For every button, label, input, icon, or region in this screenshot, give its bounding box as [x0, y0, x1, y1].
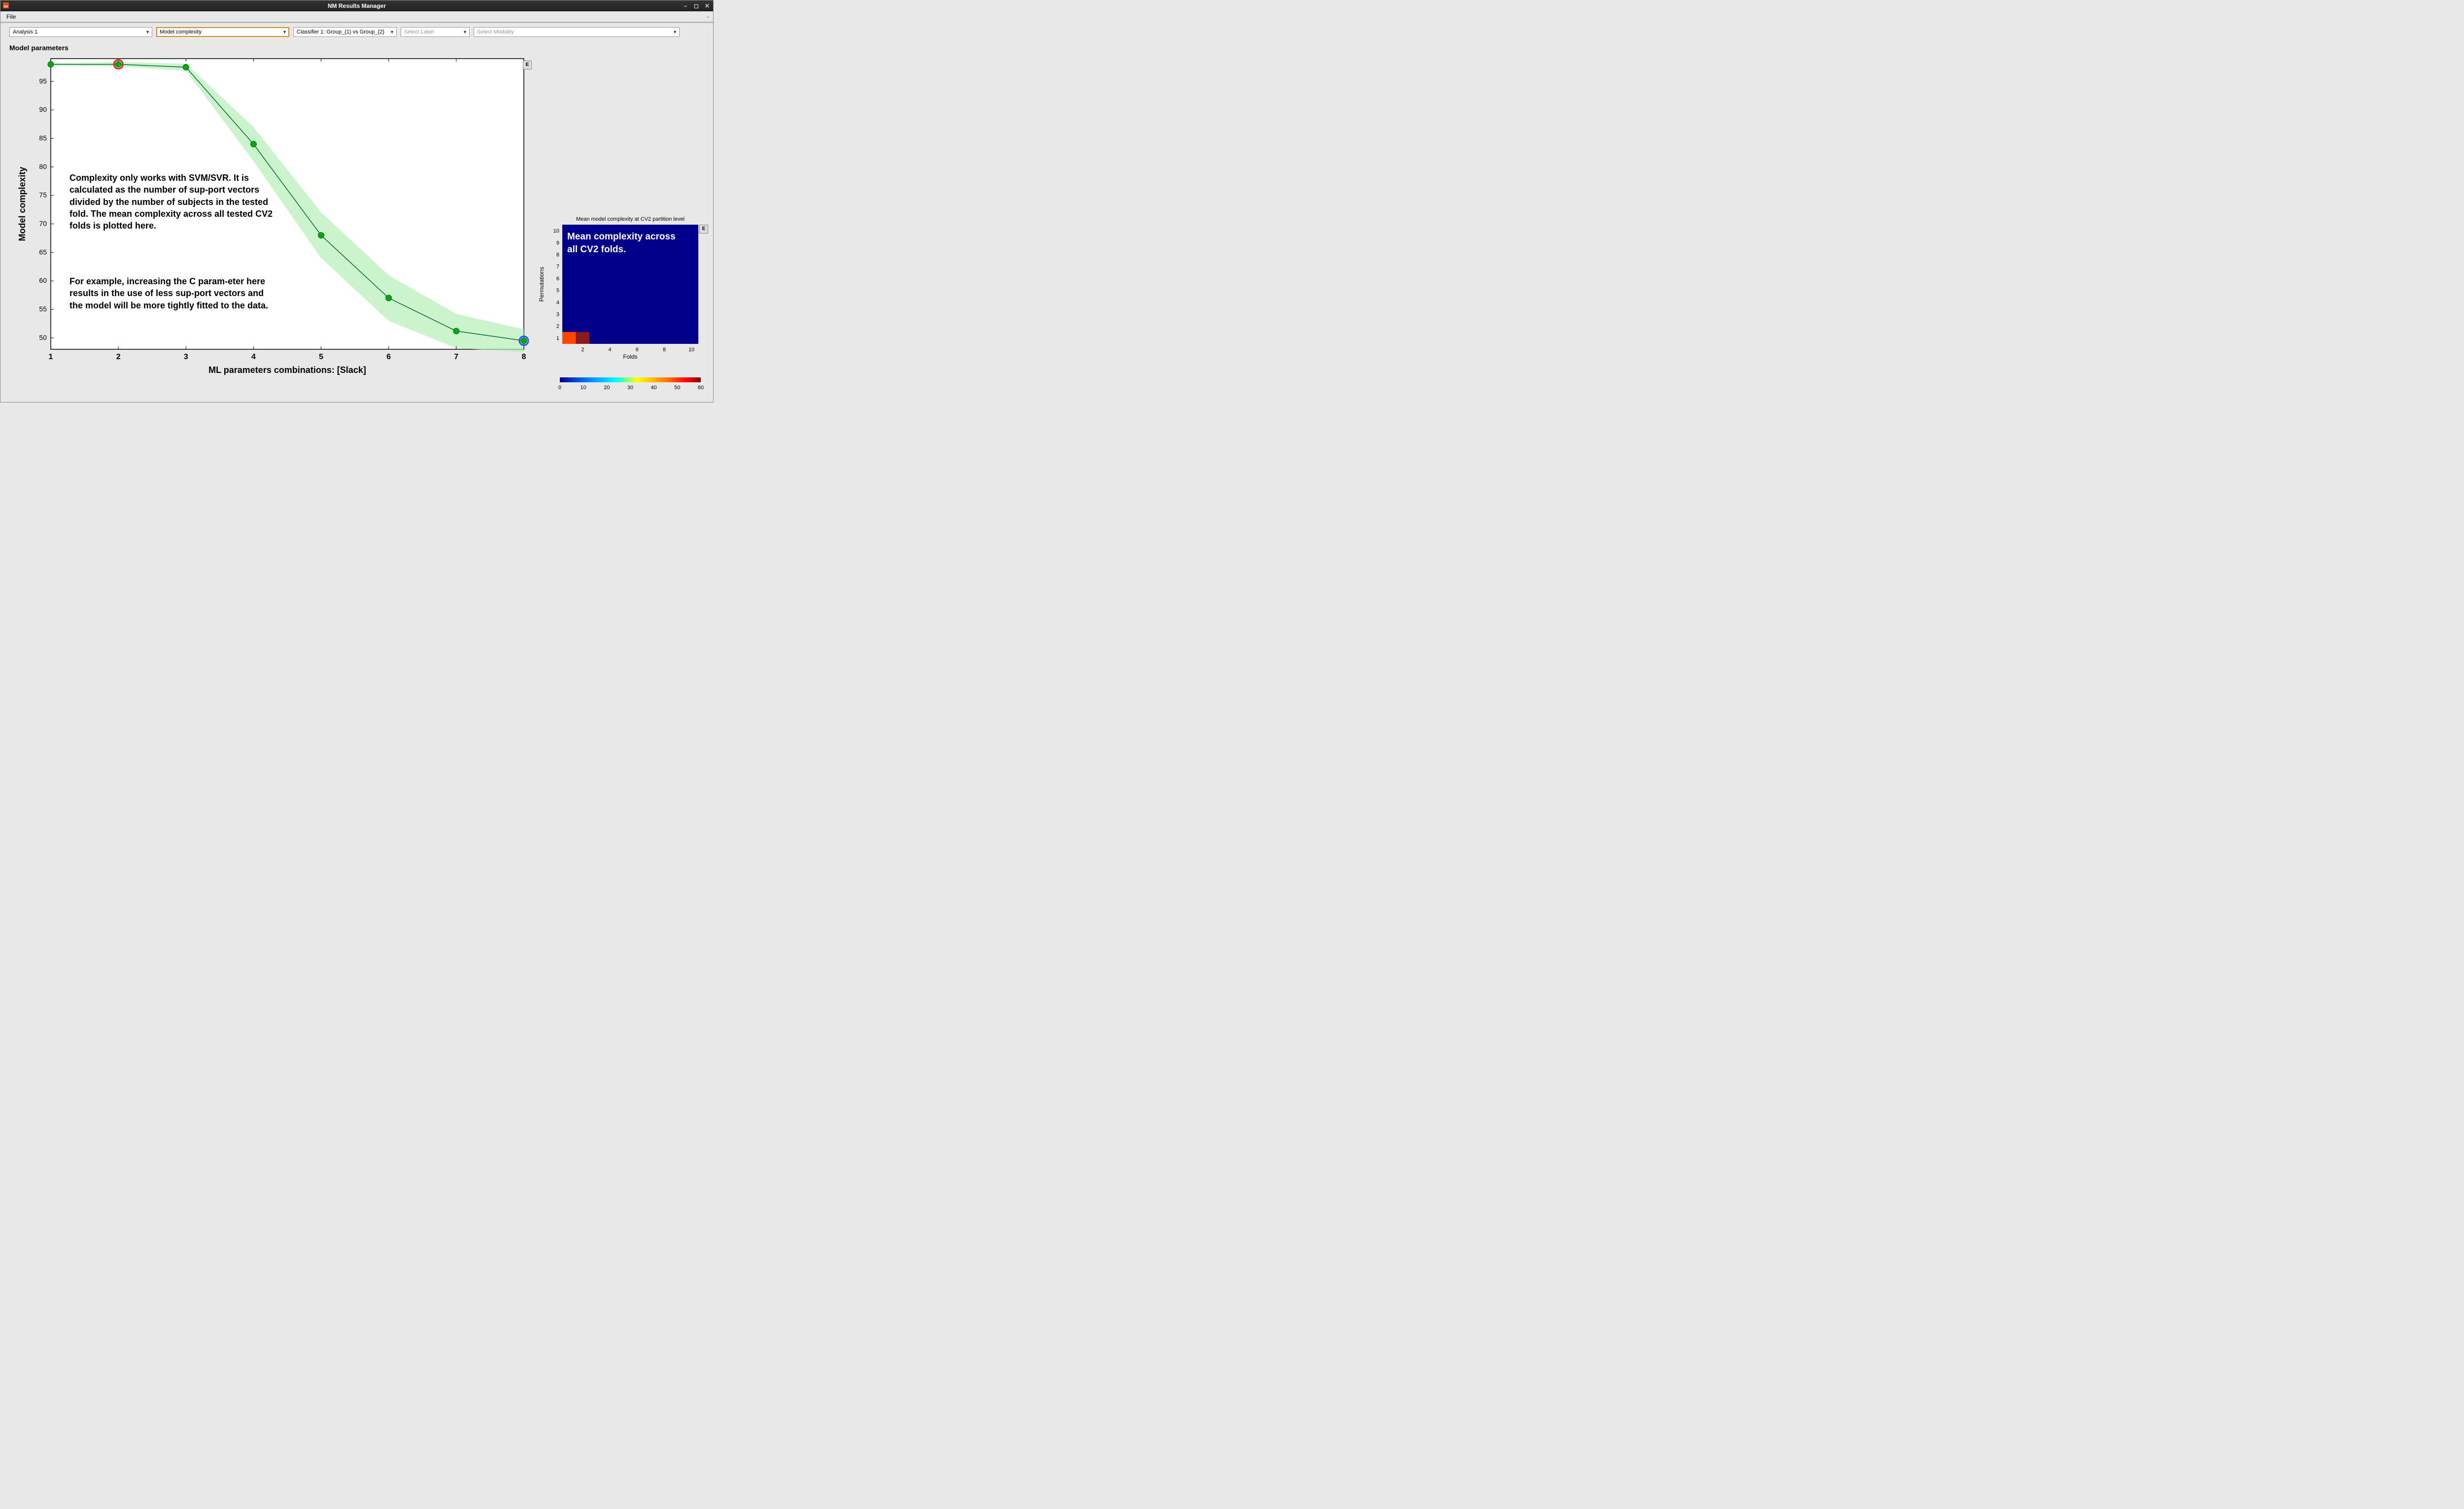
chevron-down-icon: ▼: [282, 30, 287, 34]
modality-dropdown[interactable]: Select Modality ▼: [474, 27, 680, 37]
svg-text:6: 6: [386, 353, 391, 361]
expand-heatmap-button[interactable]: E: [699, 225, 708, 234]
svg-text:3: 3: [556, 312, 559, 318]
svg-text:Model complexity: Model complexity: [17, 167, 27, 241]
classifier-dropdown-label: Classifier 1: Group_{1} vs Group_{2}: [297, 29, 384, 35]
heatmap-overlay-text: Mean complexity across all CV2 folds.: [567, 231, 685, 256]
metric-dropdown[interactable]: Model complexity ▼: [156, 27, 289, 37]
classifier-dropdown[interactable]: Classifier 1: Group_{1} vs Group_{2} ▼: [293, 27, 397, 37]
svg-text:4: 4: [556, 300, 559, 305]
svg-text:6: 6: [636, 347, 639, 353]
svg-text:60: 60: [39, 276, 47, 284]
analysis-dropdown-label: Analysis 1: [13, 29, 37, 35]
app-icon: [2, 2, 9, 9]
expand-chart-button[interactable]: E: [523, 61, 532, 69]
svg-text:20: 20: [604, 385, 610, 391]
window-controls: – ◻ ✕: [682, 0, 711, 11]
svg-text:8: 8: [663, 347, 666, 353]
section-title: Model parameters: [0, 39, 713, 54]
heatmap-chart: E Mean model complexity at CV2 partition…: [533, 216, 707, 393]
svg-text:9: 9: [556, 240, 559, 246]
svg-text:70: 70: [39, 219, 47, 227]
chevron-down-icon: ▼: [673, 30, 677, 34]
chevron-down-icon: ▼: [463, 30, 467, 34]
titlebar: NM Results Manager – ◻ ✕: [0, 0, 713, 11]
side-panel: E Mean model complexity at CV2 partition…: [533, 54, 707, 398]
menubar: File ⌄: [0, 11, 713, 22]
overlay-text-1: Complexity only works with SVM/SVR. It i…: [69, 172, 276, 232]
svg-text:7: 7: [556, 264, 559, 270]
svg-text:10: 10: [581, 385, 586, 391]
analysis-dropdown[interactable]: Analysis 1 ▼: [9, 27, 152, 37]
label-dropdown-label: Select Label: [404, 29, 434, 35]
svg-text:8: 8: [522, 353, 526, 361]
svg-text:60: 60: [698, 385, 704, 391]
svg-text:50: 50: [39, 334, 47, 341]
content-area: E 5055606570758085909512345678ML paramet…: [0, 54, 713, 402]
minimize-icon[interactable]: –: [682, 2, 689, 10]
window-title: NM Results Manager: [328, 2, 386, 9]
svg-text:8: 8: [556, 252, 559, 258]
svg-text:Folds: Folds: [623, 353, 637, 360]
svg-text:ML parameters combinations: [S: ML parameters combinations: [Slack]: [208, 365, 366, 375]
svg-text:1: 1: [556, 335, 559, 341]
svg-text:2: 2: [116, 353, 121, 361]
svg-text:90: 90: [39, 105, 47, 113]
svg-text:5: 5: [556, 288, 559, 294]
label-dropdown[interactable]: Select Label ▼: [401, 27, 470, 37]
modality-dropdown-label: Select Modality: [477, 29, 514, 35]
svg-text:7: 7: [454, 353, 458, 361]
menu-file[interactable]: File: [3, 12, 19, 21]
svg-text:80: 80: [39, 163, 47, 170]
svg-text:5: 5: [319, 353, 323, 361]
svg-text:30: 30: [627, 385, 633, 391]
main-chart: E 50 55 60 65 70 75 80 85 90 95 1 2 3 4 5 6 7 8 ML paramet…: [6, 54, 529, 379]
svg-text:0: 0: [558, 385, 561, 391]
svg-text:65: 65: [39, 248, 47, 256]
svg-text:55: 55: [39, 305, 47, 313]
svg-text:50: 50: [674, 385, 680, 391]
svg-text:75: 75: [39, 191, 47, 199]
metric-dropdown-label: Model complexity: [160, 29, 202, 35]
chevron-down-icon: ▼: [145, 30, 150, 34]
svg-text:95: 95: [39, 77, 47, 85]
svg-text:4: 4: [251, 353, 256, 361]
svg-text:2: 2: [556, 324, 559, 330]
overlay-text-2: For example, increasing the C param-eter…: [69, 275, 276, 311]
svg-text:10: 10: [688, 347, 694, 353]
svg-text:Mean model complexity at CV2 p: Mean model complexity at CV2 partition l…: [576, 216, 684, 222]
toolbar: Analysis 1 ▼ Model complexity ▼ Classifi…: [0, 23, 713, 39]
maximize-icon[interactable]: ◻: [692, 2, 700, 10]
svg-text:40: 40: [651, 385, 657, 391]
svg-text:1: 1: [49, 353, 53, 361]
app-window: NM Results Manager – ◻ ✕ File ⌄ Analysis…: [0, 0, 714, 402]
svg-text:2: 2: [581, 347, 584, 353]
svg-text:3: 3: [184, 353, 188, 361]
chevron-down-icon: ▼: [390, 30, 394, 34]
menubar-overflow-icon[interactable]: ⌄: [706, 14, 710, 19]
svg-text:85: 85: [39, 134, 47, 142]
close-icon[interactable]: ✕: [703, 2, 711, 10]
svg-text:6: 6: [556, 276, 559, 282]
svg-text:4: 4: [609, 347, 612, 353]
svg-text:10: 10: [553, 228, 559, 234]
svg-text:Permutations: Permutations: [538, 267, 545, 302]
